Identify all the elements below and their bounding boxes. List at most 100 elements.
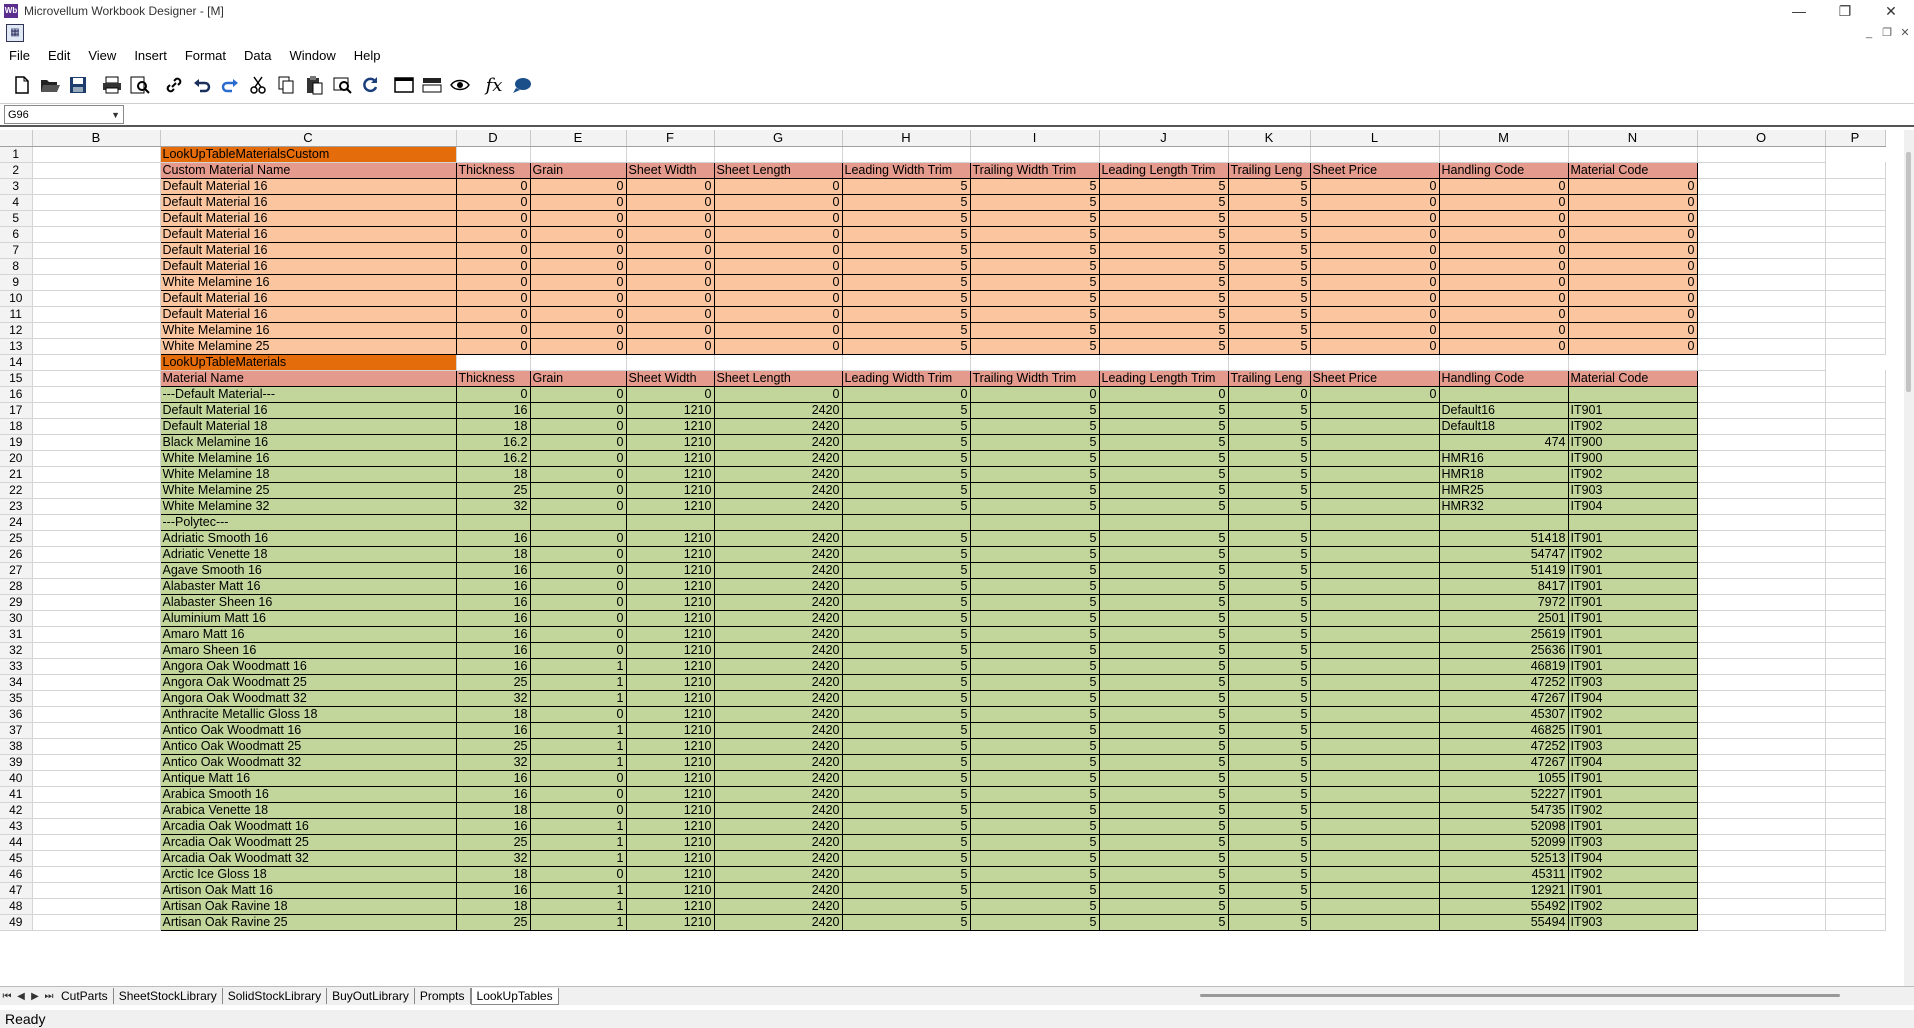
cell[interactable] [1825,546,1886,563]
column-header-j[interactable]: J [1099,130,1229,147]
cell[interactable]: 5 [842,434,971,451]
cell[interactable] [32,146,161,163]
cell[interactable]: 0 [530,242,627,259]
cell[interactable]: Anthracite Metallic Gloss 18 [160,706,457,723]
row-header[interactable]: 30 [0,610,33,627]
cell[interactable] [1825,530,1886,547]
cell[interactable]: 54747 [1439,546,1569,563]
cell[interactable] [1697,402,1826,419]
cell[interactable] [842,354,971,371]
cell[interactable]: IT903 [1568,482,1698,499]
cell[interactable] [1825,242,1886,259]
cell[interactable] [1825,610,1886,627]
cell[interactable] [32,770,161,787]
menu-help[interactable]: Help [345,48,390,63]
cell[interactable]: 0 [530,466,627,483]
row-header[interactable]: 29 [0,594,33,611]
cell[interactable] [1310,546,1440,563]
cell[interactable]: 1210 [626,642,715,659]
cell[interactable]: 5 [1099,562,1229,579]
row-header[interactable]: 47 [0,882,33,899]
cell[interactable] [530,146,627,163]
cell[interactable]: 2420 [714,706,843,723]
row-header[interactable]: 12 [0,322,33,339]
cell[interactable]: 1210 [626,498,715,515]
cell[interactable]: IT901 [1568,818,1698,835]
cell[interactable]: Angora Oak Woodmatt 25 [160,674,457,691]
cell[interactable]: 1210 [626,722,715,739]
cut-icon[interactable] [244,71,272,99]
cell[interactable]: 1210 [626,706,715,723]
cell[interactable]: 0 [1310,194,1440,211]
cell[interactable]: 16 [456,626,531,643]
cell[interactable] [1825,178,1886,195]
cell[interactable]: 5 [1228,562,1311,579]
cell[interactable] [1310,482,1440,499]
cell[interactable] [1825,738,1886,755]
cell[interactable]: Trailing Leng [1228,370,1311,387]
cell[interactable]: 5 [842,802,971,819]
cell[interactable]: 2420 [714,418,843,435]
cell[interactable]: 5 [1228,850,1311,867]
cell[interactable] [32,322,161,339]
cell[interactable]: 0 [530,210,627,227]
cell[interactable]: 0 [530,434,627,451]
cell[interactable]: 0 [626,242,715,259]
table-title-cell[interactable]: LookUpTableMaterialsCustom [160,146,457,163]
cell[interactable]: 0 [626,274,715,291]
cell[interactable]: 0 [1439,258,1569,275]
cell[interactable]: 5 [842,546,971,563]
cell[interactable]: 0 [714,322,843,339]
cell[interactable]: 5 [970,242,1100,259]
cell[interactable]: 5 [842,402,971,419]
cell[interactable]: Trailing Width Trim [970,370,1100,387]
cell[interactable]: 5 [842,418,971,435]
row-header[interactable]: 33 [0,658,33,675]
cell[interactable] [1825,194,1886,211]
cell[interactable]: 16 [456,818,531,835]
cell[interactable] [32,370,161,387]
cell[interactable]: IT904 [1568,498,1698,515]
column-header-h[interactable]: H [842,130,971,147]
cell[interactable]: 47252 [1439,674,1569,691]
cell[interactable]: 0 [456,194,531,211]
cell[interactable]: 1210 [626,818,715,835]
cell[interactable]: 18 [456,898,531,915]
cell[interactable] [1310,914,1440,931]
cell[interactable] [1697,226,1826,243]
cell[interactable]: 0 [530,338,627,355]
cell[interactable]: Sheet Length [714,162,843,179]
cell[interactable]: 1210 [626,882,715,899]
cell[interactable]: 0 [1568,210,1698,227]
cell[interactable] [1825,434,1886,451]
cell[interactable]: 1210 [626,850,715,867]
cell[interactable]: 16 [456,530,531,547]
cell[interactable]: 2420 [714,738,843,755]
column-header-f[interactable]: F [626,130,715,147]
cell[interactable]: 5 [842,482,971,499]
row-header[interactable]: 25 [0,530,33,547]
cell[interactable]: 5 [970,450,1100,467]
cell[interactable] [1825,658,1886,675]
cell[interactable]: Angora Oak Woodmatt 16 [160,658,457,675]
cell[interactable]: 2420 [714,626,843,643]
column-header-n[interactable]: N [1568,130,1698,147]
cell[interactable]: IT901 [1568,530,1698,547]
print-icon[interactable] [98,71,126,99]
cell[interactable] [32,802,161,819]
cell[interactable]: 2420 [714,562,843,579]
cell[interactable]: 1210 [626,610,715,627]
cell[interactable]: 5 [842,530,971,547]
cell[interactable]: Default Material 16 [160,258,457,275]
cell[interactable]: 0 [1568,242,1698,259]
cell[interactable]: 5 [1099,786,1229,803]
next-sheet-icon[interactable]: ▶ [28,991,42,1002]
cell[interactable]: IT902 [1568,802,1698,819]
cell[interactable]: 16 [456,786,531,803]
cell[interactable] [32,226,161,243]
column-header-l[interactable]: L [1310,130,1440,147]
cell[interactable]: 0 [530,498,627,515]
tab-lookuptables[interactable]: LookUpTables [470,987,559,1005]
cell[interactable]: 5 [970,402,1100,419]
cell[interactable]: 0 [714,178,843,195]
